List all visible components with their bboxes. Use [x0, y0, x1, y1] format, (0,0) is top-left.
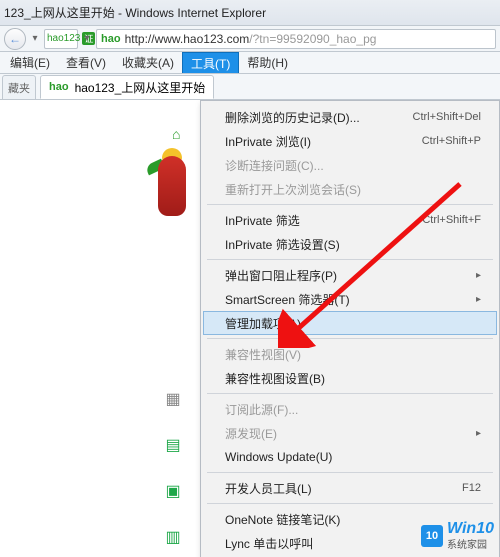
menu-separator: [207, 204, 493, 205]
menu-feed-discovery[interactable]: 源发现(E): [203, 421, 497, 445]
menu-delete-history[interactable]: 删除浏览的历史记录(D)...Ctrl+Shift+Del: [203, 105, 497, 129]
menu-smartscreen[interactable]: SmartScreen 筛选器(T): [203, 287, 497, 311]
menu-inprivate-filter-settings[interactable]: InPrivate 筛选设置(S): [203, 232, 497, 256]
logo-badge-icon: 10: [421, 525, 443, 547]
page-tab[interactable]: hao hao123_上网从这里开始: [40, 75, 214, 99]
page-background: ⌂ ▦ ▤ ▣ ▥: [0, 100, 200, 557]
grid-icon[interactable]: ▦: [165, 389, 180, 409]
menu-separator: [207, 393, 493, 394]
music-icon[interactable]: ▥: [165, 527, 180, 547]
menu-favorites[interactable]: 收藏夹(A): [114, 52, 182, 73]
content-area: 冰河与暖约 ⌂ ▦ ▤ ▣ ▥ 删除浏览的历史记录(D)...Ctrl+Shif…: [0, 100, 500, 557]
nav-history-dropdown[interactable]: ▾: [30, 33, 40, 44]
mascot-illustration: [152, 148, 194, 232]
tab-bar: 藏夹 hao hao123_上网从这里开始: [0, 74, 500, 100]
menu-dev-tools[interactable]: 开发人员工具(L)F12: [203, 476, 497, 500]
title-bar: 123_上网从这里开始 - Windows Internet Explorer: [0, 0, 500, 26]
menu-bar: 编辑(E) 查看(V) 收藏夹(A) 工具(T) 帮助(H): [0, 52, 500, 74]
tab-title: hao123_上网从这里开始: [75, 79, 206, 96]
url-input[interactable]: hao http://www.hao123.com /?tn=99592090_…: [96, 29, 496, 49]
menu-separator: [207, 472, 493, 473]
logo-subtitle: 系统家园: [447, 536, 494, 551]
menu-separator: [207, 259, 493, 260]
menu-diagnose[interactable]: 诊断连接问题(C)...: [203, 153, 497, 177]
menu-popup-blocker[interactable]: 弹出窗口阻止程序(P): [203, 263, 497, 287]
news-icon[interactable]: ▤: [165, 435, 180, 455]
back-button[interactable]: ←: [4, 28, 26, 50]
url-host: http://www.hao123.com: [125, 32, 250, 46]
tab-favicon-icon: hao: [49, 81, 69, 93]
favorites-panel-tab[interactable]: 藏夹: [2, 75, 36, 99]
menu-help[interactable]: 帮助(H): [239, 52, 296, 73]
sidebar-icons: ▦ ▤ ▣ ▥: [152, 389, 194, 547]
menu-manage-addons[interactable]: 管理加载项(A): [203, 311, 497, 335]
menu-compat-view[interactable]: 兼容性视图(V): [203, 342, 497, 366]
menu-edit[interactable]: 编辑(E): [2, 52, 58, 73]
menu-inprivate-filter[interactable]: InPrivate 筛选Ctrl+Shift+F: [203, 208, 497, 232]
address-bar: ← ▾ hao123 证 ▾ hao http://www.hao123.com…: [0, 26, 500, 52]
menu-inprivate-browse[interactable]: InPrivate 浏览(I)Ctrl+Shift+P: [203, 129, 497, 153]
watermark-logo: 10 Win10 系统家园: [421, 520, 494, 551]
menu-tools[interactable]: 工具(T): [182, 52, 239, 73]
menu-compat-settings[interactable]: 兼容性视图设置(B): [203, 366, 497, 390]
menu-separator: [207, 503, 493, 504]
site-identity-dropdown[interactable]: ▾: [82, 33, 92, 44]
favicon-icon: hao: [101, 33, 121, 45]
menu-reopen-session[interactable]: 重新打开上次浏览会话(S): [203, 177, 497, 201]
tools-dropdown: 删除浏览的历史记录(D)...Ctrl+Shift+Del InPrivate …: [200, 100, 500, 557]
window-title: 123_上网从这里开始 - Windows Internet Explorer: [4, 4, 266, 21]
site-identity[interactable]: hao123 证: [44, 29, 78, 49]
back-icon: ←: [9, 32, 21, 46]
menu-view[interactable]: 查看(V): [58, 52, 114, 73]
site-name: hao123: [47, 33, 80, 44]
home-icon: ⌂: [172, 126, 180, 142]
menu-separator: [207, 338, 493, 339]
video-icon[interactable]: ▣: [165, 481, 180, 501]
menu-windows-update[interactable]: Windows Update(U): [203, 445, 497, 469]
menu-subscribe-feed[interactable]: 订阅此源(F)...: [203, 397, 497, 421]
url-query: /?tn=99592090_hao_pg: [249, 32, 376, 46]
